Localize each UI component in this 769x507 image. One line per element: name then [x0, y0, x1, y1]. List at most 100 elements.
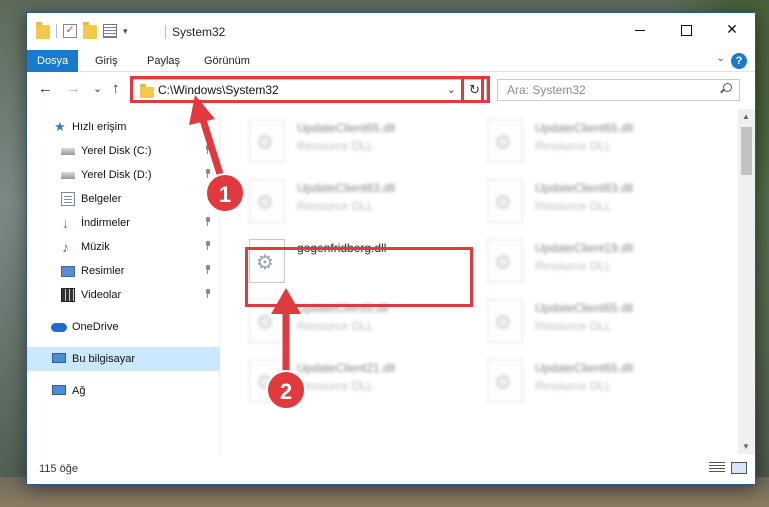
pin-icon[interactable]: [205, 241, 211, 250]
pictures-icon: [61, 266, 75, 277]
dll-file-icon: [487, 239, 523, 283]
arrow-2-head: [271, 288, 301, 314]
file-name: UpdateClient21.dll: [297, 361, 396, 375]
address-dropdown-icon[interactable]: ⌄: [447, 83, 456, 96]
properties-icon[interactable]: [103, 24, 117, 38]
file-item[interactable]: UpdateClient65.dll Resource DLL: [487, 355, 717, 407]
minimize-button[interactable]: [617, 13, 663, 45]
file-item[interactable]: UpdateClient63.dll Resource DLL: [487, 175, 717, 227]
file-type: Resource DLL: [297, 139, 374, 153]
star-icon: ★: [54, 119, 66, 134]
item-count: 115 öğe: [39, 463, 78, 475]
tab-dosya[interactable]: Dosya: [27, 50, 79, 72]
quick-access-toolbar: ✓ ▾: [36, 22, 128, 39]
sidebar-item-label: Ağ: [72, 385, 86, 397]
checkbox-icon[interactable]: ✓: [63, 24, 77, 38]
disk-icon: [61, 148, 75, 155]
customize-dropdown-icon[interactable]: ▾: [123, 26, 128, 37]
address-divider: [461, 80, 462, 100]
window-title: System32: [172, 25, 226, 39]
file-type: Resource DLL: [535, 379, 612, 393]
scroll-down-icon[interactable]: ▼: [742, 442, 750, 451]
dll-file-icon: [249, 239, 285, 283]
sidebar-item-label: Müzik: [81, 241, 110, 253]
refresh-icon[interactable]: ↻: [469, 82, 480, 98]
disk-icon: [61, 172, 75, 179]
download-icon: ↓: [62, 215, 69, 231]
scroll-thumb[interactable]: [741, 127, 752, 175]
file-type: Resource DLL: [297, 379, 374, 393]
dll-file-icon: [249, 179, 285, 223]
file-name: UpdateClient65.dll: [535, 121, 634, 135]
sidebar-item-pictures[interactable]: Resimler: [27, 259, 220, 283]
sidebar-item-label: Resimler: [81, 265, 125, 277]
file-name: UpdateClient65.dll: [297, 121, 396, 135]
window-controls: ✕: [617, 13, 755, 45]
sidebar-item-music[interactable]: ♪ Müzik: [27, 235, 220, 259]
new-folder-icon[interactable]: [83, 22, 97, 39]
sidebar-item-network[interactable]: Ağ: [27, 379, 220, 403]
title-divider: [165, 25, 166, 39]
forward-icon[interactable]: →: [66, 80, 81, 97]
large-icons-view-icon[interactable]: [731, 462, 747, 474]
scroll-up-icon[interactable]: ▲: [742, 112, 750, 121]
title-bar: ✓ ▾ System32 ✕: [27, 13, 755, 50]
file-type: Resource DLL: [297, 199, 374, 213]
sidebar-item-this-pc[interactable]: Bu bilgisayar: [27, 347, 220, 371]
file-name: UpdateClient63.dll: [535, 181, 634, 195]
file-name: gogenfridberg.dll: [297, 241, 387, 255]
main-content: ★ Hızlı erişim Yerel Disk (C:) Yerel Dis…: [27, 109, 755, 454]
file-item[interactable]: UpdateClient19.dll Resource DLL: [487, 235, 717, 287]
file-item[interactable]: UpdateClient65.dll Resource DLL: [487, 115, 717, 167]
file-name: UpdateClient5.dll: [297, 301, 389, 315]
pin-icon[interactable]: [205, 289, 211, 298]
close-button[interactable]: ✕: [709, 13, 755, 45]
file-name: UpdateClient65.dll: [535, 361, 634, 375]
help-icon[interactable]: ?: [731, 53, 747, 69]
details-view-icon[interactable]: [709, 462, 725, 474]
recent-locations-icon[interactable]: ⌄: [93, 82, 102, 95]
sidebar-item-onedrive[interactable]: OneDrive: [27, 315, 220, 339]
file-item[interactable]: UpdateClient65.dll Resource DLL: [487, 295, 717, 347]
file-item[interactable]: UpdateClient65.dll Resource DLL: [249, 115, 479, 167]
tab-paylas[interactable]: Paylaş: [137, 50, 190, 72]
music-icon: ♪: [62, 239, 69, 255]
annotation-badge-1: 1: [205, 173, 245, 213]
cloud-icon: [51, 323, 67, 332]
search-icon[interactable]: [720, 83, 732, 94]
file-type: Resource DLL: [535, 199, 612, 213]
file-item-target[interactable]: gogenfridberg.dll: [249, 235, 479, 287]
sidebar-item-label: Yerel Disk (D:): [81, 169, 152, 181]
file-item[interactable]: UpdateClient63.dll Resource DLL: [249, 175, 479, 227]
file-type: Resource DLL: [297, 319, 374, 333]
folder-icon: [140, 84, 154, 98]
dll-file-icon: [487, 299, 523, 343]
tab-gorunum[interactable]: Görünüm: [194, 50, 260, 72]
search-placeholder: Ara: System32: [507, 83, 586, 97]
navigation-bar: ← → ⌄ ↑ C:\Windows\System32 ⌄ ↻ Ara: Sys…: [27, 72, 755, 109]
pin-icon[interactable]: [205, 265, 211, 274]
sidebar-item-label: Bu bilgisayar: [72, 353, 135, 365]
sidebar-item-videos[interactable]: Videolar: [27, 283, 220, 307]
dll-file-icon: [487, 359, 523, 403]
back-icon[interactable]: ←: [38, 80, 53, 97]
search-input[interactable]: Ara: System32: [497, 79, 740, 101]
folder-icon[interactable]: [36, 22, 50, 39]
file-name: UpdateClient63.dll: [297, 181, 396, 195]
file-type: Resource DLL: [535, 139, 612, 153]
toolbar-divider: [56, 24, 57, 38]
ribbon-collapse-icon[interactable]: ⌄: [717, 53, 725, 64]
dll-file-icon: [487, 119, 523, 163]
pin-icon[interactable]: [205, 217, 211, 226]
vertical-scrollbar[interactable]: ▲ ▼: [738, 109, 755, 454]
up-icon[interactable]: ↑: [112, 80, 120, 97]
file-explorer-window: ✓ ▾ System32 ✕ Dosya Giriş Paylaş Görünü…: [26, 12, 756, 485]
sidebar-item-downloads[interactable]: ↓ İndirmeler: [27, 211, 220, 235]
sidebar-item-label: Yerel Disk (C:): [81, 145, 152, 157]
videos-icon: [61, 288, 75, 302]
file-type: Resource DLL: [535, 319, 612, 333]
maximize-button[interactable]: [663, 13, 709, 45]
documents-icon: [61, 192, 75, 206]
tab-giris[interactable]: Giriş: [85, 50, 128, 72]
status-bar: 115 öğe: [27, 454, 755, 484]
